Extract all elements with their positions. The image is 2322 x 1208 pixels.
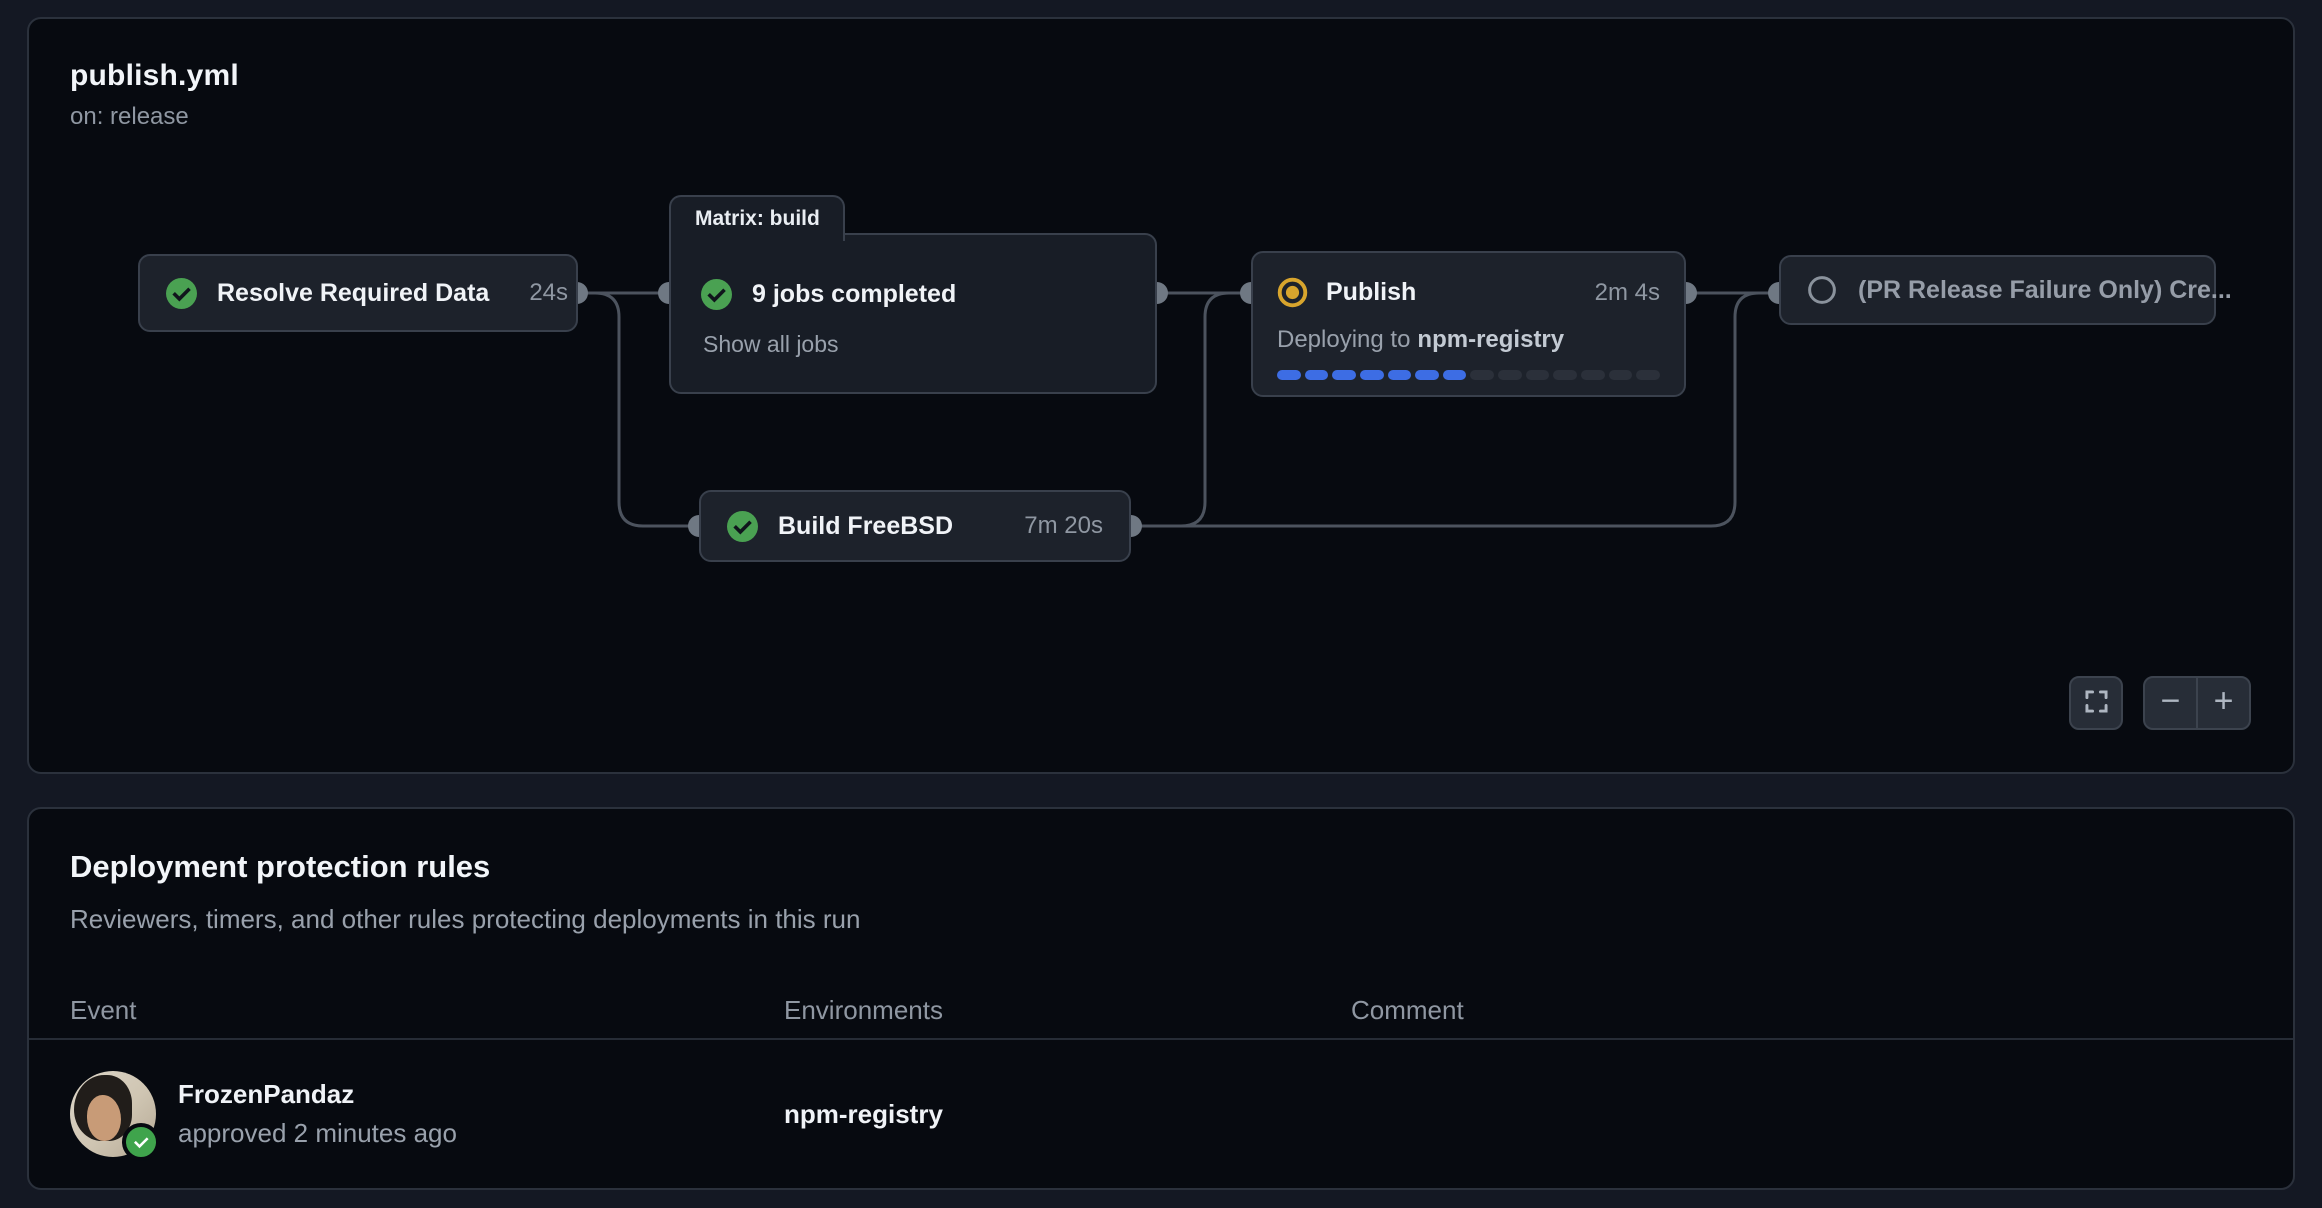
- progress-segment: [1305, 370, 1329, 380]
- progress-segment: [1581, 370, 1605, 380]
- avatar[interactable]: [70, 1071, 156, 1157]
- event-cell: FrozenPandaz approved 2 minutes ago: [70, 1071, 784, 1157]
- in-progress-icon: [1277, 277, 1308, 308]
- success-check-icon: [166, 278, 197, 309]
- node-duration: 7m 20s: [1004, 512, 1103, 540]
- progress-segment: [1443, 370, 1467, 380]
- pending-circle-icon: [1807, 275, 1838, 306]
- node-row: Publish 2m 4s: [1277, 277, 1660, 308]
- node-label: (PR Release Failure Only) Cre...: [1858, 276, 2232, 305]
- approval-status-text: approved 2 minutes ago: [178, 1118, 457, 1149]
- rules-subtitle: Reviewers, timers, and other rules prote…: [70, 904, 860, 935]
- deploy-prefix: Deploying to: [1277, 326, 1410, 353]
- deploy-status-line: Deploying to npm-registry: [1277, 326, 1660, 354]
- matrix-summary-row: 9 jobs completed: [701, 279, 956, 310]
- workflow-header: publish.yml on: release: [70, 59, 239, 131]
- approved-badge-icon: [122, 1123, 160, 1161]
- progress-segment: [1360, 370, 1384, 380]
- show-all-jobs-link[interactable]: Show all jobs: [703, 331, 839, 358]
- zoom-in-button[interactable]: +: [2196, 678, 2249, 728]
- progress-segment: [1526, 370, 1550, 380]
- event-text: FrozenPandaz approved 2 minutes ago: [178, 1079, 457, 1149]
- zoom-control: − +: [2143, 676, 2251, 730]
- graph-edges: [29, 19, 2293, 772]
- user-name-link[interactable]: FrozenPandaz: [178, 1079, 457, 1110]
- progress-segment: [1609, 370, 1633, 380]
- deploy-progress-bar: [1277, 370, 1660, 380]
- fullscreen-icon: [2083, 688, 2110, 718]
- node-row: (PR Release Failure Only) Cre...: [1781, 257, 2214, 323]
- matrix-group-tab[interactable]: Matrix: build: [669, 195, 845, 241]
- node-duration: 2m 4s: [1575, 279, 1660, 307]
- node-matrix-build[interactable]: 9 jobs completed Show all jobs: [669, 233, 1157, 394]
- progress-segment: [1332, 370, 1356, 380]
- node-label: Build FreeBSD: [778, 512, 953, 541]
- zoom-out-button[interactable]: −: [2145, 678, 2196, 728]
- workflow-trigger: on: release: [70, 103, 239, 131]
- progress-segment: [1470, 370, 1494, 380]
- progress-segment: [1415, 370, 1439, 380]
- node-build-freebsd[interactable]: Build FreeBSD 7m 20s: [699, 490, 1131, 562]
- node-label: Resolve Required Data: [217, 279, 489, 308]
- deploy-environment: npm-registry: [1417, 326, 1564, 353]
- environment-cell[interactable]: npm-registry: [784, 1099, 1351, 1130]
- rules-title: Deployment protection rules: [70, 849, 490, 885]
- matrix-tab-label: Matrix: build: [695, 207, 820, 231]
- node-duration: 24s: [509, 279, 568, 307]
- column-header-comment: Comment: [1351, 995, 2293, 1026]
- progress-segment: [1277, 370, 1301, 380]
- node-row: Build FreeBSD 7m 20s: [701, 492, 1129, 560]
- deployment-protection-rules-panel: Deployment protection rules Reviewers, t…: [27, 807, 2295, 1190]
- node-resolve-required-data[interactable]: Resolve Required Data 24s: [138, 254, 578, 332]
- fullscreen-button[interactable]: [2069, 676, 2123, 730]
- progress-segment: [1498, 370, 1522, 380]
- workflow-title: publish.yml: [70, 59, 239, 93]
- node-label: Publish: [1326, 278, 1416, 307]
- success-check-icon: [727, 511, 758, 542]
- matrix-jobs-label: 9 jobs completed: [752, 280, 956, 309]
- progress-segment: [1553, 370, 1577, 380]
- node-pr-release-failure[interactable]: (PR Release Failure Only) Cre...: [1779, 255, 2216, 325]
- column-header-event: Event: [70, 995, 784, 1026]
- graph-controls: − +: [2069, 676, 2251, 730]
- progress-segment: [1636, 370, 1660, 380]
- column-header-environments: Environments: [784, 995, 1351, 1026]
- rules-table-header: Event Environments Comment: [29, 995, 2293, 1026]
- progress-segment: [1388, 370, 1412, 380]
- workflow-graph-panel: publish.yml on: release Resolve Required…: [27, 17, 2295, 774]
- table-row: FrozenPandaz approved 2 minutes ago npm-…: [29, 1040, 2293, 1188]
- node-publish[interactable]: Publish 2m 4s Deploying to npm-registry: [1251, 251, 1686, 397]
- success-check-icon: [701, 279, 732, 310]
- node-row: Resolve Required Data 24s: [140, 256, 576, 330]
